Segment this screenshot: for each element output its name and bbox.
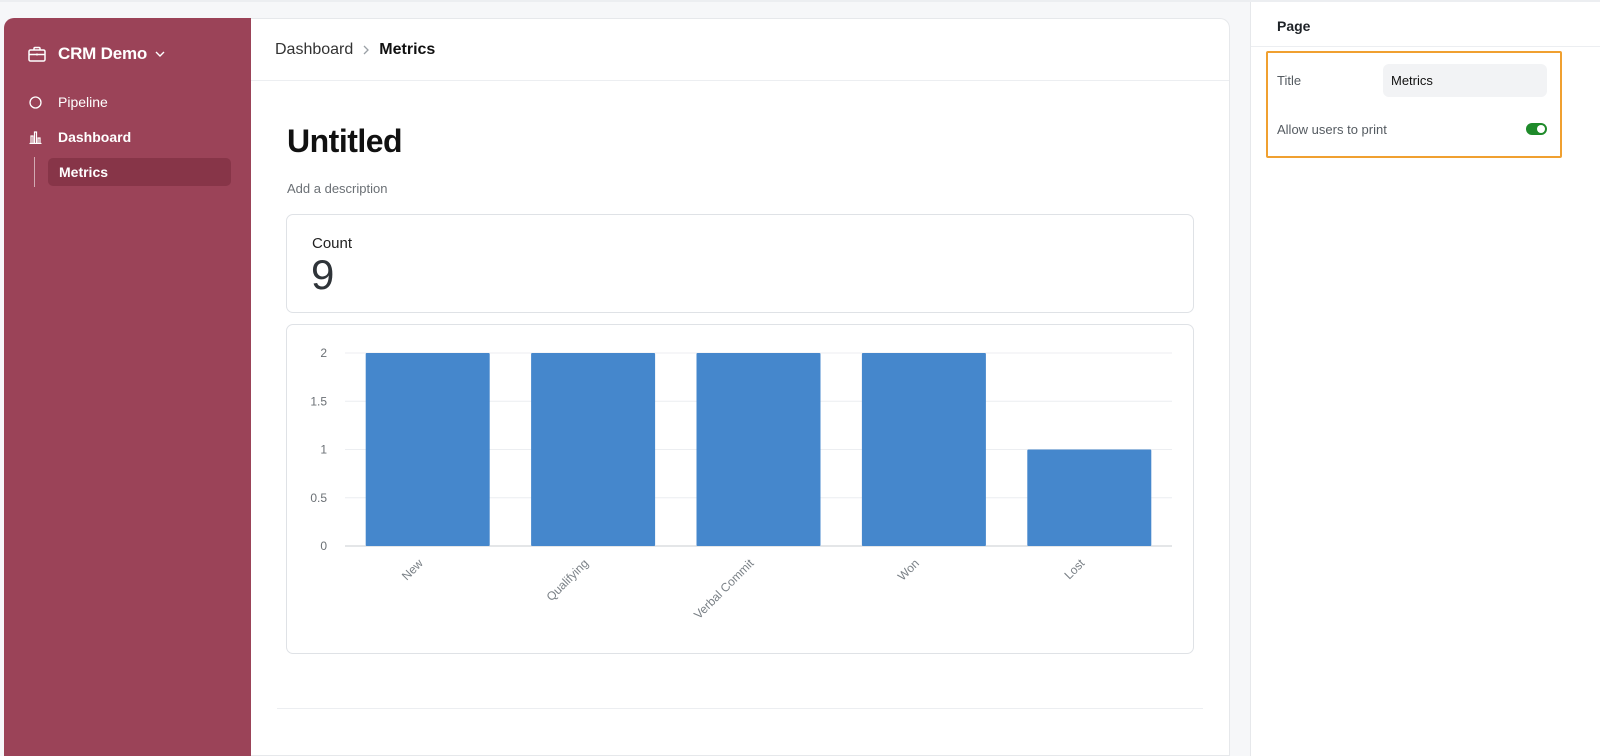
panel-divider <box>1251 46 1600 47</box>
print-toggle-label: Allow users to print <box>1277 122 1387 137</box>
sidebar-item-label: Pipeline <box>58 94 108 110</box>
panel-title: Page <box>1277 18 1311 34</box>
bar <box>1027 449 1152 546</box>
x-tick-label: Qualifying <box>544 556 592 604</box>
main-content: Dashboard Metrics Untitled Add a descrip… <box>251 18 1230 756</box>
y-tick-label: 1.5 <box>310 394 327 408</box>
breadcrumb: Dashboard Metrics <box>251 19 1229 81</box>
sidebar-item-label: Metrics <box>59 164 109 180</box>
x-tick-label: Lost <box>1061 556 1087 582</box>
count-card[interactable]: Count 9 <box>286 214 1194 313</box>
x-tick-label: New <box>399 556 426 583</box>
sidebar-item-metrics[interactable]: Metrics <box>48 158 231 186</box>
y-tick-label: 1 <box>320 443 327 457</box>
toggle-knob <box>1537 125 1545 133</box>
bar-chart-icon <box>28 130 42 144</box>
breadcrumb-metrics[interactable]: Metrics <box>379 41 435 59</box>
x-tick-label: Won <box>895 556 922 583</box>
briefcase-icon <box>28 46 46 62</box>
title-field-label: Title <box>1277 73 1302 88</box>
bar <box>531 353 656 546</box>
sidebar-item-pipeline[interactable]: Pipeline <box>28 88 108 116</box>
y-tick-label: 0 <box>320 539 327 553</box>
sidebar: CRM Demo Pipeline Dashboard Metrics <box>4 18 251 756</box>
bar <box>696 353 821 546</box>
bar-chart: 0 0.5 1 1.5 2 New Qualifying Verbal Commit Won Lo… <box>310 346 1172 622</box>
count-label: Count <box>312 235 353 252</box>
title-input[interactable] <box>1383 64 1547 97</box>
chevron-right-icon <box>363 45 370 55</box>
sidebar-item-dashboard[interactable]: Dashboard <box>28 123 131 151</box>
circle-icon <box>28 95 42 109</box>
page-title[interactable]: Untitled <box>287 123 403 160</box>
y-tick-label: 0.5 <box>310 491 327 505</box>
x-tick-label: Verbal Commit <box>691 556 757 622</box>
breadcrumb-dashboard[interactable]: Dashboard <box>275 41 353 59</box>
tree-connector <box>34 157 35 187</box>
bar <box>365 353 490 546</box>
settings-panel: Page Title Allow users to print <box>1250 2 1600 756</box>
chevron-down-icon <box>155 51 165 57</box>
bar-chart-card[interactable]: 0 0.5 1 1.5 2 New Qualifying Verbal Commit Won Lo… <box>286 324 1194 654</box>
count-value: 9 <box>311 251 335 298</box>
divider <box>277 708 1203 709</box>
y-tick-label: 2 <box>320 346 327 360</box>
workspace-name: CRM Demo <box>58 44 148 63</box>
description-placeholder[interactable]: Add a description <box>287 181 387 196</box>
print-toggle[interactable] <box>1526 123 1547 135</box>
bar <box>861 353 986 546</box>
workspace-switcher[interactable]: CRM Demo <box>28 44 165 64</box>
sidebar-item-label: Dashboard <box>58 129 132 145</box>
